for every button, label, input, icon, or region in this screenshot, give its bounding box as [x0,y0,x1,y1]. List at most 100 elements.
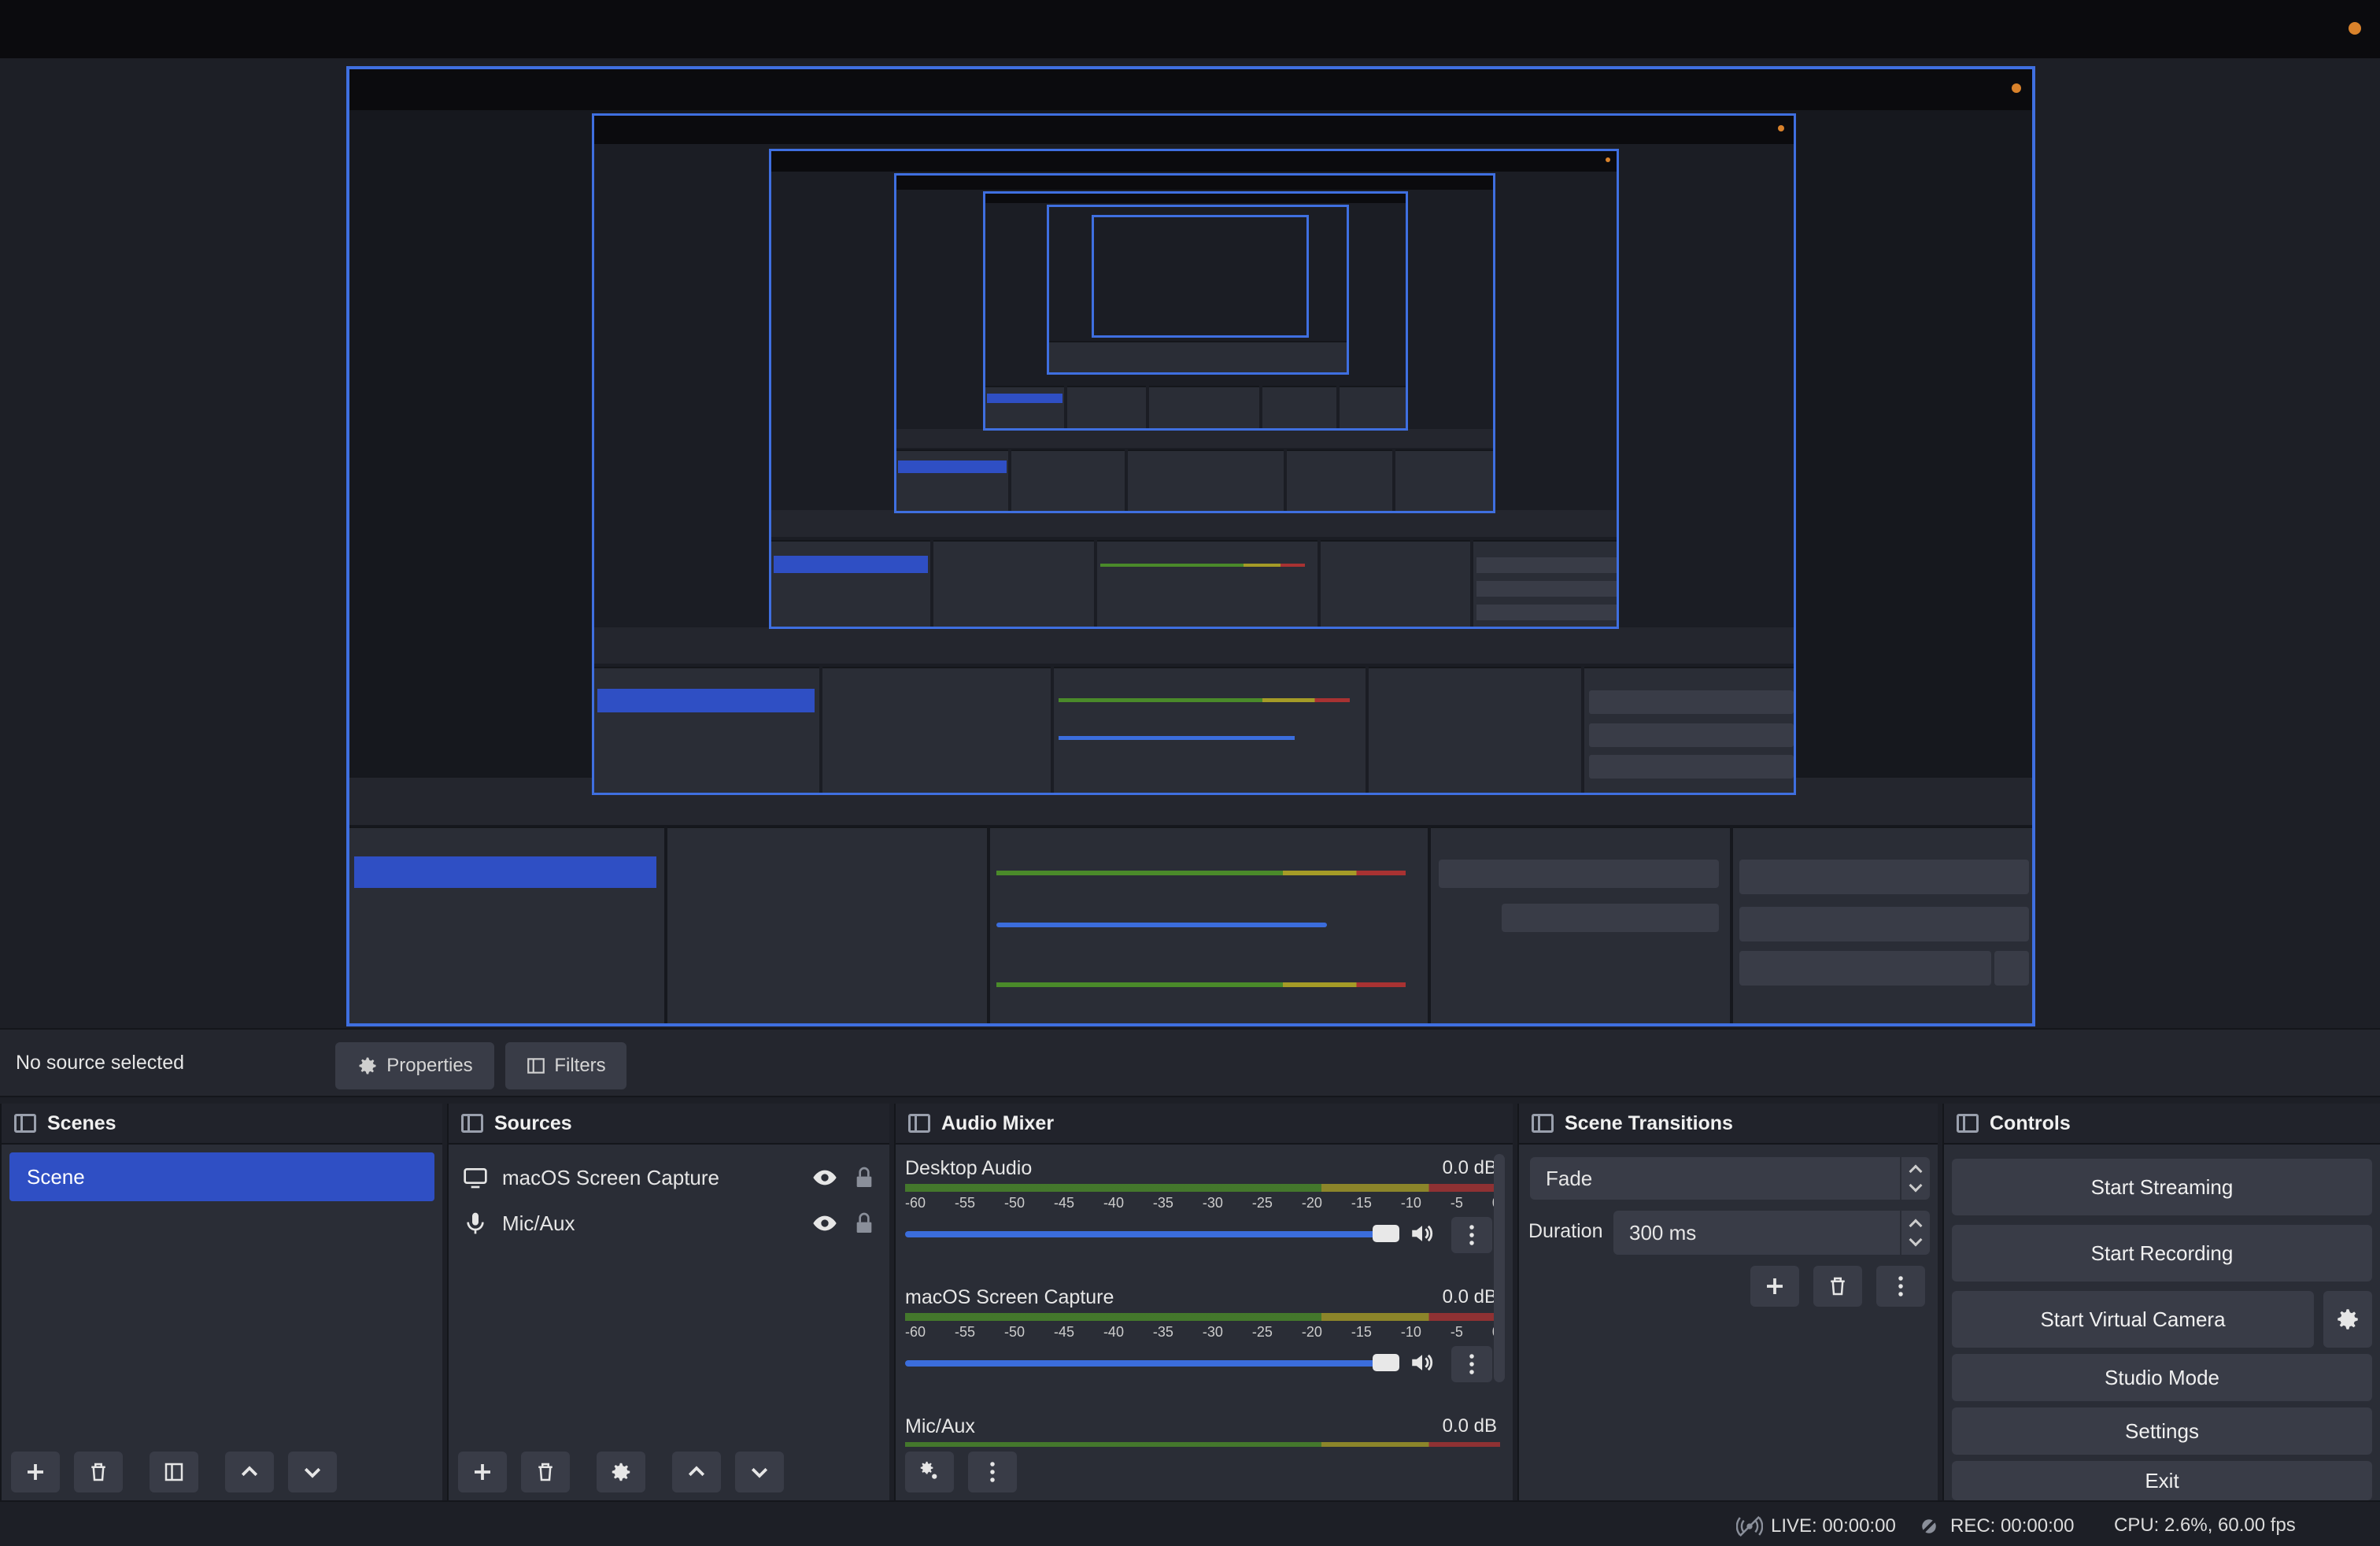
channel-name: macOS Screen Capture [905,1286,1114,1308]
audio-mixer-dock: Audio Mixer Desktop Audio 0.0 dB -60 -55-… [894,1104,1513,1500]
remove-scene-button[interactable] [74,1452,123,1492]
channel-menu-button[interactable] [1451,1217,1492,1253]
rec-time: REC: 00:00:00 [1950,1515,2075,1537]
audio-mixer-dock-header: Audio Mixer [896,1104,1513,1145]
studio-mode-button[interactable]: Studio Mode [1952,1354,2372,1401]
remove-source-button[interactable] [521,1452,570,1492]
recording-indicator-icon [2349,22,2361,35]
nested-preview-level-3 [769,149,1619,629]
properties-label: Properties [386,1055,473,1076]
source-name: macOS Screen Capture [502,1165,720,1189]
filter-icon [527,1058,545,1074]
preview-area[interactable] [0,58,2380,1028]
dock-icon [14,1114,36,1133]
duration-spinbox[interactable]: 300 ms [1613,1211,1930,1255]
move-source-up-button[interactable] [672,1452,721,1492]
monitor-icon [464,1168,487,1189]
channel-name: Mic/Aux [905,1415,975,1437]
move-scene-up-button[interactable] [225,1452,274,1492]
speaker-icon[interactable] [1409,1349,1436,1376]
add-source-button[interactable] [458,1452,507,1492]
dock-icon [461,1114,483,1133]
broadcast-off-icon [1736,1515,1763,1537]
scene-list-item[interactable]: Scene [9,1152,434,1201]
channel-name: Desktop Audio [905,1157,1033,1179]
lock-icon[interactable] [852,1165,877,1190]
sources-dock: Sources macOS Screen Capture Mic/Aux [447,1104,889,1500]
more-vertical-icon [1469,1354,1474,1374]
chevron-up-icon [241,1466,258,1477]
mixer-channel-desktop-audio: Desktop Audio 0.0 dB -60 -55 -50 -45 -40 -35-… [905,1157,1500,1267]
gear-icon [2338,1309,2358,1330]
scene-filters-button[interactable] [150,1452,198,1492]
duration-label: Duration [1528,1220,1603,1242]
trash-icon [1831,1277,1845,1296]
scenes-toolbar [2,1444,442,1500]
scene-transitions-title: Scene Transitions [1565,1111,1733,1134]
remove-transition-button[interactable] [1813,1266,1862,1307]
source-properties-button[interactable] [597,1452,645,1492]
exit-button[interactable]: Exit [1952,1461,2372,1500]
more-vertical-icon [1469,1225,1474,1245]
filters-label: Filters [554,1055,606,1076]
speaker-icon[interactable] [1409,1220,1436,1247]
nested-preview-level-4 [894,173,1495,513]
filters-button[interactable]: Filters [505,1042,626,1089]
volume-slider[interactable] [905,1354,1399,1371]
dock-icon [908,1114,930,1133]
volume-slider[interactable] [905,1225,1399,1242]
source-item-screen-capture[interactable]: macOS Screen Capture [463,1156,877,1200]
meter-ticks: -60-55-50-45-40-35-30-25-20-15-10-50 [905,1195,1500,1211]
audio-mixer-toolbar [896,1444,1513,1500]
status-bar: LIVE: 00:00:00 REC: 00:00:00 CPU: 2.6%, … [0,1500,2380,1546]
start-streaming-button[interactable]: Start Streaming [1952,1159,2372,1215]
source-item-mic-aux[interactable]: Mic/Aux [463,1201,877,1245]
volume-meter [905,1313,1500,1321]
scenes-title: Scenes [47,1111,116,1134]
captured-sources-panel [667,827,987,1023]
settings-button[interactable]: Settings [1952,1407,2372,1455]
mixer-channel-mic-aux: Mic/Aux 0.0 dB [905,1415,1500,1447]
move-source-down-button[interactable] [735,1452,784,1492]
transition-menu-button[interactable] [1876,1266,1925,1307]
controls-dock: Controls Start Streaming Start Recording… [1942,1104,2380,1500]
properties-button[interactable]: Properties [335,1042,494,1089]
gears-icon [920,1461,937,1479]
lock-icon[interactable] [852,1211,877,1236]
start-virtual-camera-button[interactable]: Start Virtual Camera [1952,1291,2314,1348]
transition-select[interactable]: Fade [1530,1157,1930,1200]
plus-icon [475,1464,490,1480]
add-scene-button[interactable] [11,1452,60,1492]
channel-menu-button[interactable] [1451,1346,1492,1382]
record-off-icon [1919,1516,1939,1537]
chevron-down-icon [304,1467,321,1478]
spin-arrows-icon [1900,1211,1930,1255]
microphone-icon [467,1212,484,1234]
chevron-up-icon [688,1466,705,1477]
channel-db: 0.0 dB [1442,1415,1497,1437]
cpu-status: CPU: 2.6%, 60.00 fps [2114,1515,2296,1537]
scene-transitions-dock-header: Scene Transitions [1519,1104,1938,1145]
virtual-camera-settings-button[interactable] [2323,1291,2372,1348]
source-name: Mic/Aux [502,1211,575,1235]
nested-preview-level-2 [592,113,1796,795]
advanced-audio-button[interactable] [905,1452,954,1492]
meter-ticks: -60-55-50-45-40-35-30-25-20-15-10-50 [905,1324,1500,1340]
captured-top-bar [349,69,2032,110]
live-status: LIVE: 00:00:00 [1736,1515,1896,1538]
captured-scenes-panel [349,827,664,1023]
dock-icon [1532,1114,1554,1133]
add-transition-button[interactable] [1750,1266,1799,1307]
source-toolbar: No source selected Properties Filters [0,1028,2380,1097]
transition-value: Fade [1546,1166,1593,1190]
volume-meter [905,1184,1500,1192]
channel-db: 0.0 dB [1442,1157,1497,1178]
eye-icon[interactable] [812,1165,837,1190]
eye-icon[interactable] [812,1211,837,1236]
controls-dock-header: Controls [1944,1104,2380,1145]
move-scene-down-button[interactable] [288,1452,337,1492]
preview-canvas[interactable] [346,66,2035,1026]
mixer-scrollbar[interactable] [1494,1154,1505,1382]
mixer-menu-button[interactable] [968,1452,1017,1492]
start-recording-button[interactable]: Start Recording [1952,1225,2372,1282]
